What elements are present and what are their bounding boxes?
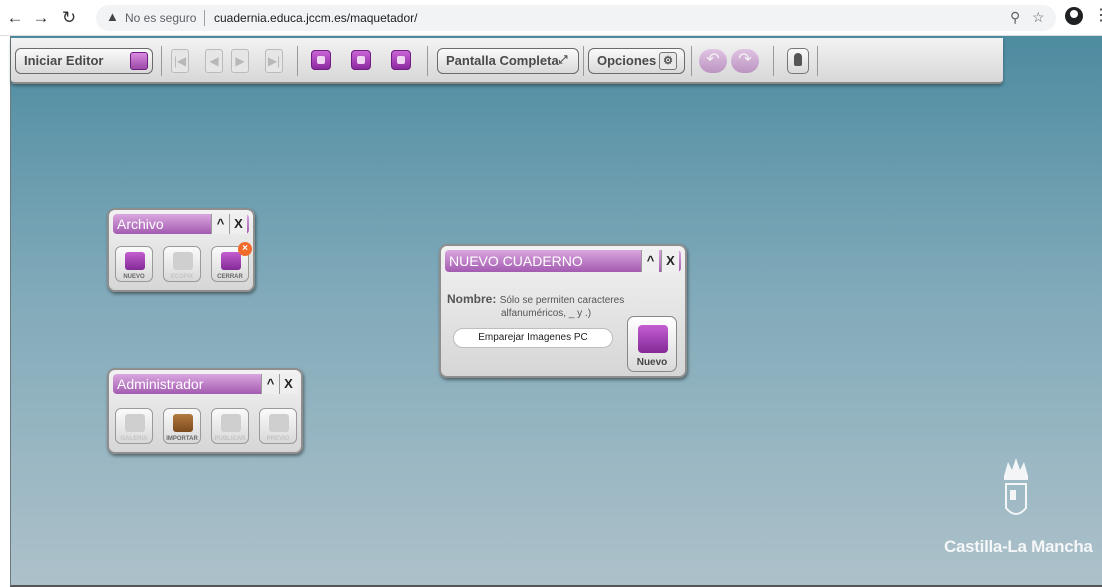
add-page-icon[interactable] xyxy=(351,50,371,70)
minimize-button[interactable]: ^ xyxy=(641,250,659,272)
close-notebook-icon xyxy=(221,252,241,270)
castilla-la-mancha-logo: Castilla-La Mancha xyxy=(944,537,1093,556)
nuevo-label: NUEVO xyxy=(123,274,145,280)
name-label-text: Nombre: xyxy=(447,292,497,306)
cerrar-label: CERRAR xyxy=(217,274,243,280)
name-hint-line1: Sólo se permiten caracteres xyxy=(499,295,625,306)
close-button[interactable]: X xyxy=(279,374,297,394)
toolbar-divider xyxy=(583,46,584,76)
administrador-panel: Administrador ^ X GALERIA IMPORTAR PUBLI… xyxy=(107,368,303,454)
publicar-button[interactable]: PUBLICAR xyxy=(211,408,249,444)
fullscreen-label: Pantalla Completa xyxy=(446,53,559,68)
import-icon xyxy=(173,414,193,432)
ecofix-button[interactable]: ECOFIX xyxy=(163,246,201,282)
preview-icon xyxy=(269,414,289,432)
create-notebook-label: Nuevo xyxy=(636,357,668,368)
name-label: Nombre: Sólo se permiten caracteres xyxy=(447,292,624,306)
close-badge-icon: × xyxy=(238,242,252,256)
toolbar-divider xyxy=(427,46,428,76)
help-bulb-icon[interactable] xyxy=(787,48,809,74)
toolbar-divider xyxy=(817,46,818,76)
notebook-name-input[interactable]: Emparejar Imagenes PC xyxy=(453,328,613,348)
url-text[interactable]: cuadernia.educa.jccm.es/maquetador/ xyxy=(214,11,417,25)
importar-button[interactable]: IMPORTAR xyxy=(163,408,201,444)
reload-icon[interactable]: ↻ xyxy=(58,7,80,29)
options-button[interactable]: Opciones ⚙ xyxy=(588,48,685,74)
address-bar[interactable]: ▲ No es seguro cuadernia.educa.jccm.es/m… xyxy=(96,5,1056,31)
previous-page-icon[interactable]: ◀ xyxy=(205,49,223,73)
notebook-icon xyxy=(125,252,145,270)
archivo-panel-header[interactable]: Archivo ^ X xyxy=(113,214,249,234)
archivo-panel: Archivo ^ X NUEVO ECOFIX × CERRAR xyxy=(107,208,255,292)
zoom-icon[interactable]: ⚲ xyxy=(1010,9,1020,26)
warning-icon: ▲ xyxy=(106,9,119,24)
fullscreen-icon: ⤢ xyxy=(558,54,568,66)
galeria-label: GALERIA xyxy=(120,436,148,442)
archivo-title: Archivo xyxy=(117,216,164,232)
dialog-title: NUEVO CUADERNO xyxy=(449,253,583,269)
toolbar-divider xyxy=(691,46,692,76)
previo-label: PREVIO xyxy=(266,436,290,442)
gallery-icon xyxy=(125,414,145,432)
toolbar-divider xyxy=(161,46,162,76)
tag-icon xyxy=(173,252,193,270)
nuevo-cuaderno-dialog: NUEVO CUADERNO ^ X Nombre: Sólo se permi… xyxy=(439,244,687,378)
editor-icon xyxy=(130,52,148,70)
start-editor-button[interactable]: Iniciar Editor xyxy=(15,48,153,74)
redo-icon[interactable]: ↷ xyxy=(731,49,759,73)
publicar-label: PUBLICAR xyxy=(214,436,246,442)
ecofix-label: ECOFIX xyxy=(170,274,194,280)
fullscreen-button[interactable]: Pantalla Completa ⤢ xyxy=(437,48,579,74)
undo-icon[interactable]: ↶ xyxy=(699,49,727,73)
cerrar-button[interactable]: × CERRAR xyxy=(211,242,252,282)
next-page-icon[interactable]: ▶ xyxy=(231,49,249,73)
last-page-icon[interactable]: ▶| xyxy=(265,49,283,73)
layout-icon[interactable] xyxy=(391,50,411,70)
notebook-icon xyxy=(638,325,668,353)
profile-icon[interactable] xyxy=(1065,7,1083,25)
toolbar-divider xyxy=(297,46,298,76)
page-list-icon[interactable] xyxy=(311,50,331,70)
start-editor-label: Iniciar Editor xyxy=(24,53,104,68)
close-button[interactable]: X xyxy=(661,250,679,272)
main-toolbar: Iniciar Editor |◀ ◀ ▶ ▶| Pantalla Comple… xyxy=(11,38,1003,84)
editor-canvas: Iniciar Editor |◀ ◀ ▶ ▶| Pantalla Comple… xyxy=(10,36,1102,587)
create-notebook-button[interactable]: Nuevo xyxy=(627,316,677,372)
back-icon[interactable]: ← xyxy=(4,7,26,29)
minimize-button[interactable]: ^ xyxy=(261,374,279,394)
publish-icon xyxy=(221,414,241,432)
castilla-la-mancha-crest-icon xyxy=(1004,458,1028,515)
menu-icon[interactable]: ⋮ xyxy=(1093,8,1102,24)
toolbar-divider xyxy=(773,46,774,76)
nuevo-button[interactable]: NUEVO xyxy=(115,246,153,282)
security-status[interactable]: No es seguro xyxy=(125,11,196,25)
name-hint-line2: alfanuméricos, _ y .) xyxy=(501,308,592,319)
options-label: Opciones xyxy=(597,53,657,68)
forward-icon[interactable]: → xyxy=(30,7,52,29)
close-button[interactable]: X xyxy=(229,214,247,234)
browser-chrome: ← → ↻ ▲ No es seguro cuadernia.educa.jcc… xyxy=(0,0,1102,36)
url-divider xyxy=(204,10,205,26)
minimize-button[interactable]: ^ xyxy=(211,214,229,234)
star-icon[interactable]: ☆ xyxy=(1032,9,1045,26)
options-icon: ⚙ xyxy=(659,52,677,70)
importar-label: IMPORTAR xyxy=(166,436,198,442)
administrador-title: Administrador xyxy=(117,376,204,392)
administrador-panel-header[interactable]: Administrador ^ X xyxy=(113,374,297,394)
first-page-icon[interactable]: |◀ xyxy=(171,49,189,73)
galeria-button[interactable]: GALERIA xyxy=(115,408,153,444)
nuevo-cuaderno-header[interactable]: NUEVO CUADERNO ^ X xyxy=(445,250,681,272)
previo-button[interactable]: PREVIO xyxy=(259,408,297,444)
